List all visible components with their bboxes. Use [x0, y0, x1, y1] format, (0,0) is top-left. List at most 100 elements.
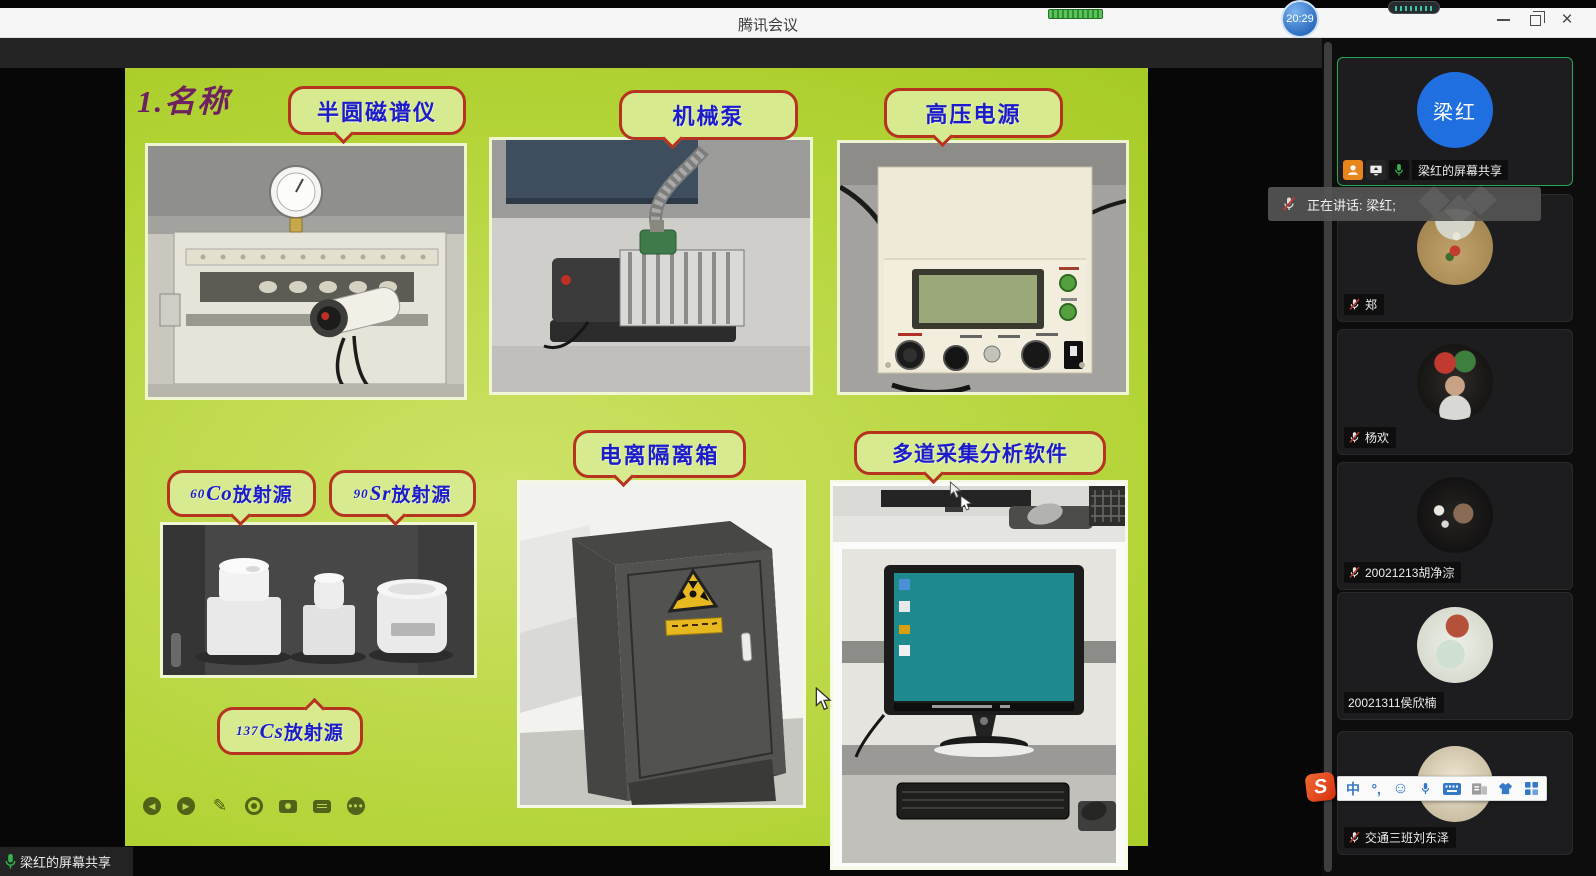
name-chip: 杨欢: [1344, 427, 1396, 448]
status-pill-indicator: [1388, 1, 1440, 14]
participant-tile-lianghong[interactable]: 梁红 梁红的屏幕共享: [1337, 57, 1573, 186]
ime-voice-icon[interactable]: [1420, 781, 1431, 796]
callout-ionization-box: 电离隔离箱: [573, 430, 746, 478]
ime-toolbox-icon[interactable]: [1525, 782, 1538, 795]
mic-on-icon: [1389, 160, 1409, 180]
clock-bubble[interactable]: 20:29: [1281, 0, 1319, 38]
ime-bar: 中 °, ☺: [1337, 776, 1547, 801]
clock-time: 20:29: [1286, 13, 1314, 25]
tencent-meeting-window: 腾讯会议 20:29 × 1.名称 半圆磁谱仪 机械泵 高压电源 60C: [0, 0, 1596, 876]
callout-analysis-software: 多道采集分析软件: [854, 431, 1106, 475]
minimize-button[interactable]: [1490, 10, 1516, 30]
mouse-cursor-small: [948, 481, 964, 499]
callout-text: 高压电源: [925, 97, 1021, 129]
mic-muted-icon: [1348, 298, 1361, 311]
participant-tile-hujingcong[interactable]: 20021213胡净淙: [1337, 462, 1573, 590]
screenshare-icon: [1366, 160, 1386, 180]
participant-name: 梁红的屏幕共享: [1412, 160, 1508, 180]
ime-emoji-icon[interactable]: ☺: [1392, 780, 1408, 798]
hv-power-supply-photo: [837, 140, 1129, 395]
screen-share-banner: 梁红的屏幕共享: [0, 847, 133, 876]
mechanical-pump-photo: [489, 137, 813, 395]
callout-text: 多道采集分析软件: [892, 438, 1068, 468]
callout-sr90-source: 90Sr放射源: [329, 470, 476, 517]
callout-pump: 机械泵: [619, 90, 798, 140]
avatar: [1417, 344, 1493, 420]
participants-sidebar: 梁红 梁红的屏幕共享 郑: [1322, 38, 1596, 876]
callout-text: 半圆磁谱仪: [317, 95, 437, 127]
name-chip: 20021213胡净淙: [1344, 562, 1461, 583]
avatar: [1417, 607, 1493, 683]
camera-tool-icon[interactable]: [279, 797, 297, 815]
prev-slide-button[interactable]: ◀: [143, 797, 161, 815]
mic-muted-icon: [1348, 831, 1361, 844]
share-banner-text: 梁红的屏幕共享: [20, 852, 111, 871]
radiation-sources-photo: [160, 522, 477, 678]
comment-tool-icon[interactable]: [313, 797, 331, 815]
host-member-icon: [1343, 160, 1363, 180]
mic-muted-icon: [1348, 566, 1361, 579]
callout-text: 放射源: [391, 480, 451, 507]
callout-tail: [304, 698, 325, 719]
spectrometer-photo: [145, 143, 467, 400]
mic-on-icon: [3, 853, 18, 870]
participant-name: 交通三班刘东泽: [1365, 829, 1449, 846]
isotope-superscript: 90: [354, 486, 369, 502]
mouse-cursor: [813, 687, 835, 711]
next-slide-button[interactable]: ▶: [177, 797, 195, 815]
mic-muted-icon: [1348, 431, 1361, 444]
participant-name: 20021213胡净淙: [1365, 564, 1454, 581]
participant-tile-houxinnan[interactable]: 20021311侯欣楠: [1337, 592, 1573, 720]
element-symbol: Co: [206, 481, 233, 506]
presentation-slide: 1.名称 半圆磁谱仪 机械泵 高压电源 60Co放射源 90Sr放射源: [125, 68, 1148, 846]
top-black-strip: [0, 0, 1596, 8]
participant-name: 20021311侯欣楠: [1348, 694, 1437, 711]
ime-chinese-mode-icon[interactable]: 中: [1346, 779, 1360, 799]
name-chip: 郑: [1344, 294, 1384, 315]
callout-co60-source: 60Co放射源: [167, 470, 316, 517]
participant-name: 郑: [1365, 296, 1377, 313]
slide-heading: 1.名称: [137, 76, 230, 121]
avatar: [1417, 477, 1493, 553]
avatar-initials: 梁红: [1433, 96, 1477, 125]
ime-dict-icon[interactable]: [1472, 783, 1487, 795]
meeting-toolbar-strip: [0, 38, 1322, 68]
avatar: 梁红: [1417, 72, 1493, 148]
speaking-toast-text: 正在讲话: 梁红;: [1307, 195, 1396, 214]
close-button[interactable]: ×: [1554, 10, 1580, 30]
sogou-logo-icon[interactable]: S: [1304, 771, 1336, 802]
callout-spectrometer: 半圆磁谱仪: [288, 86, 466, 135]
mic-muted-icon: [1281, 196, 1297, 212]
name-chip: 20021311侯欣楠: [1344, 692, 1444, 713]
isotope-superscript: 60: [190, 486, 205, 502]
sidebar-scrollbar[interactable]: [1324, 42, 1332, 872]
titlebar: 腾讯会议: [0, 8, 1596, 38]
tile-badges: 梁红的屏幕共享: [1343, 160, 1508, 180]
ime-toolbar: S 中 °, ☺: [1306, 773, 1547, 801]
name-chip: 交通三班刘东泽: [1344, 827, 1456, 848]
more-tools-button[interactable]: •••: [347, 797, 365, 815]
callout-text: 放射源: [284, 718, 344, 745]
speaking-toast: 正在讲话: 梁红;: [1268, 187, 1541, 221]
ime-keyboard-icon[interactable]: [1443, 783, 1461, 795]
isotope-superscript: 137: [236, 723, 259, 739]
screen-share-canvas: 1.名称 半圆磁谱仪 机械泵 高压电源 60Co放射源 90Sr放射源: [0, 38, 1322, 876]
element-symbol: Sr: [370, 481, 392, 506]
participant-tile-yanghuan[interactable]: 杨欢: [1337, 329, 1573, 455]
restore-button[interactable]: [1522, 10, 1548, 30]
ime-punctuation-icon[interactable]: °,: [1371, 781, 1381, 797]
ime-skin-icon[interactable]: [1498, 782, 1513, 795]
callout-text: 电离隔离箱: [599, 438, 719, 470]
pen-tool-icon[interactable]: ✎: [211, 797, 229, 815]
participant-name: 杨欢: [1365, 429, 1389, 446]
callout-hv-supply: 高压电源: [884, 88, 1063, 138]
callout-text: 放射源: [233, 480, 293, 507]
laser-pointer-icon[interactable]: [245, 797, 263, 815]
ionization-box-photo: [517, 480, 806, 808]
callout-cs137-source: 137Cs放射源: [217, 707, 363, 755]
recording-indicator: [1048, 9, 1103, 19]
slide-toolbar: ◀ ▶ ✎ •••: [143, 797, 365, 815]
callout-text: 机械泵: [672, 99, 744, 131]
analysis-software-photo: [830, 480, 1128, 870]
element-symbol: Cs: [260, 719, 284, 744]
